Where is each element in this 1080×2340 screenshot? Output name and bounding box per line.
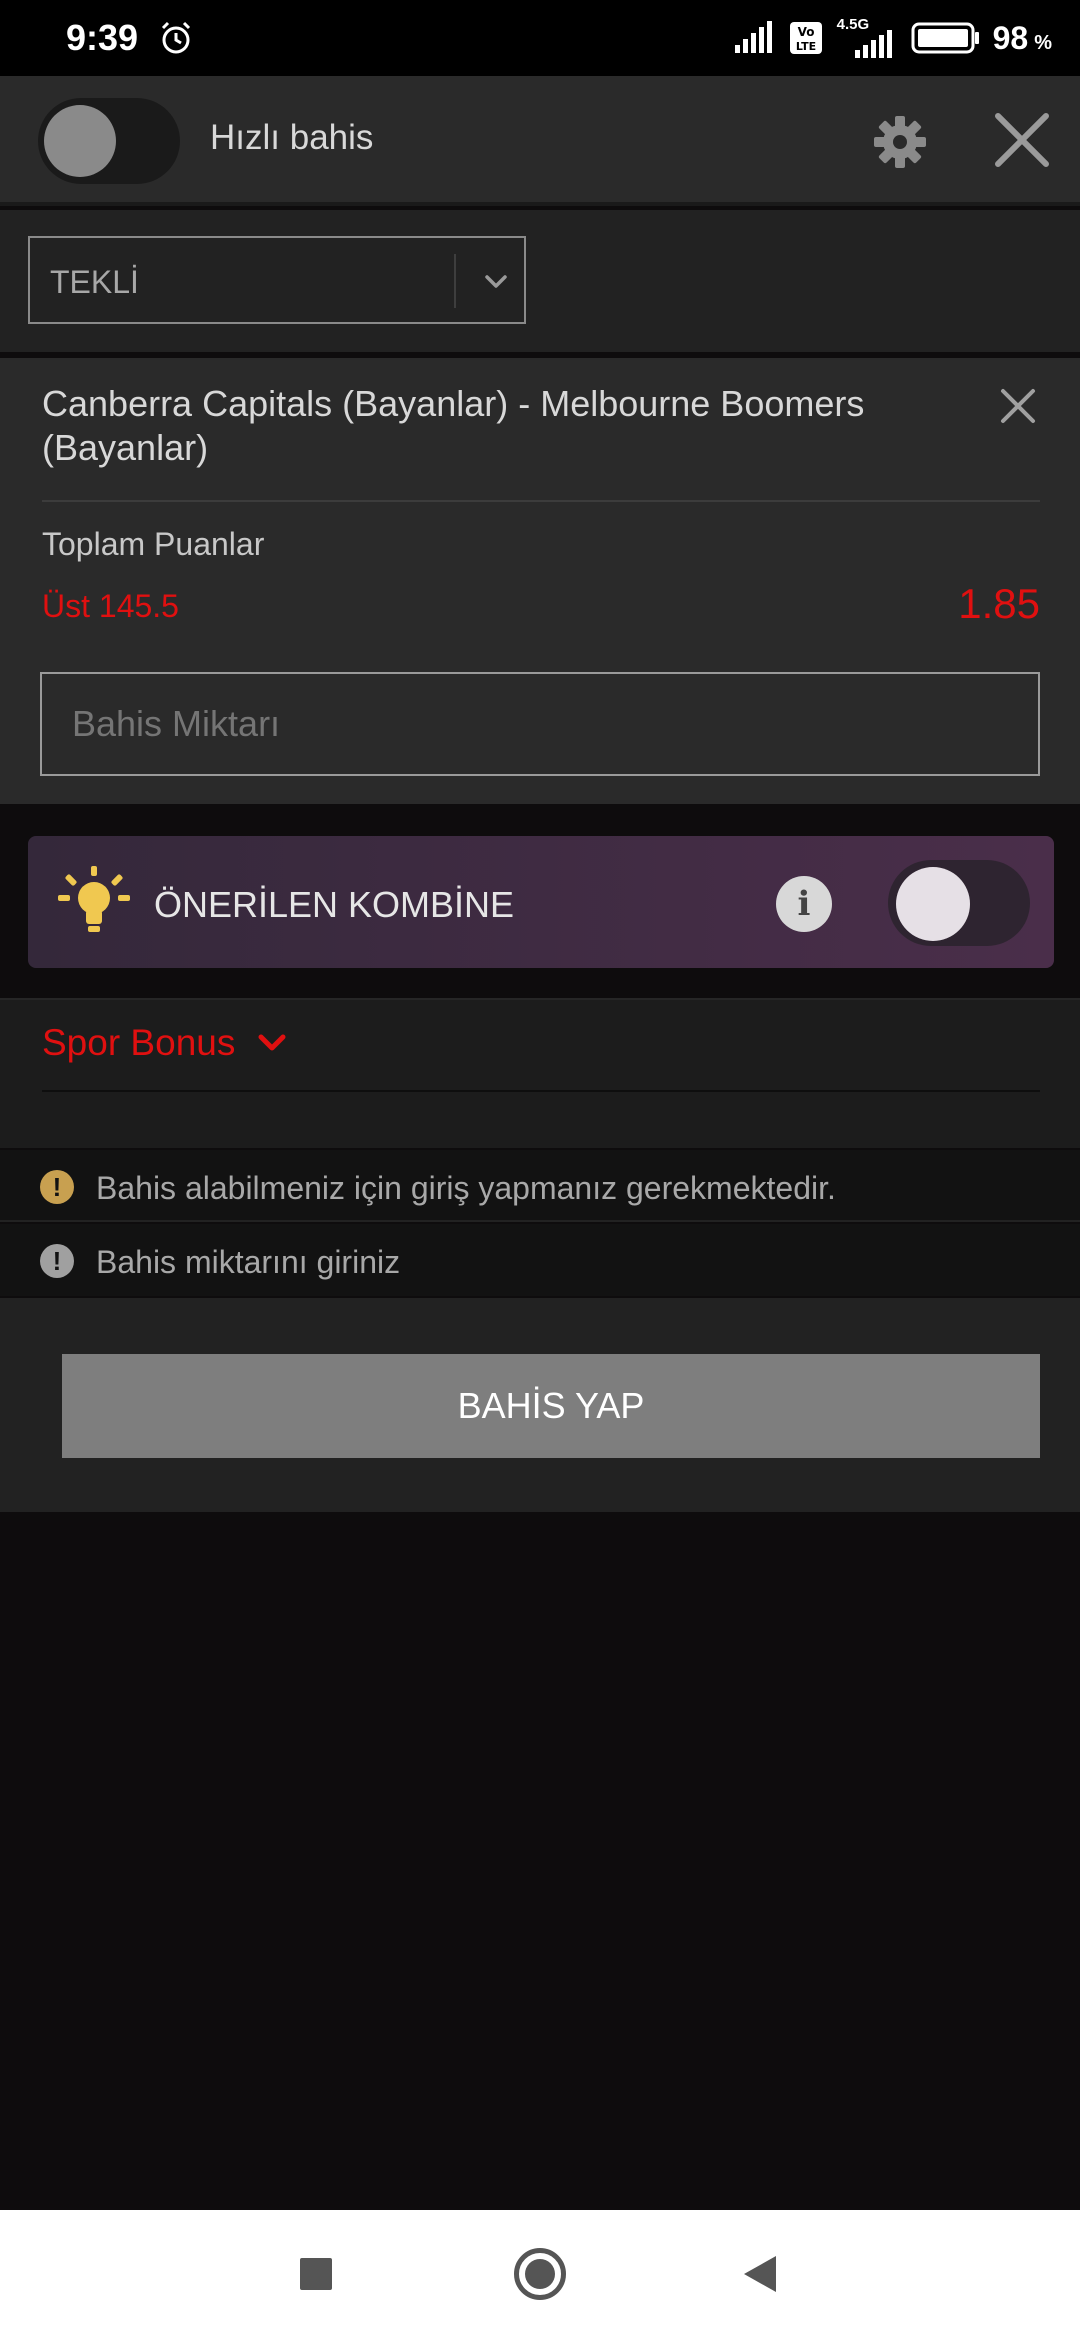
recommended-combo-label: ÖNERİLEN KOMBİNE bbox=[154, 884, 515, 925]
alarm-icon bbox=[162, 21, 191, 54]
recommended-combo-toggle[interactable] bbox=[888, 860, 1030, 946]
recents-icon[interactable] bbox=[300, 2258, 332, 2290]
place-bet-button[interactable]: BAHİS YAP bbox=[62, 1354, 1040, 1458]
bonus-divider bbox=[42, 1090, 1040, 1092]
stake-required-text: Bahis miktarını giriniz bbox=[96, 1244, 401, 1280]
lightbulb-icon bbox=[58, 866, 130, 932]
home-icon[interactable] bbox=[514, 2248, 566, 2300]
card-divider bbox=[42, 500, 1040, 502]
status-bar: 9:39 Vo LTE 4.5G 98 % bbox=[0, 0, 1080, 76]
recommended-combo-bar: ÖNERİLEN KOMBİNE i bbox=[28, 836, 1054, 968]
recommended-combo-toggle-knob bbox=[896, 867, 970, 941]
stake-input[interactable] bbox=[40, 672, 1040, 776]
chevron-down-icon bbox=[485, 275, 507, 288]
back-icon[interactable] bbox=[742, 2254, 778, 2294]
match-title: Canberra Capitals (Bayanlar) - Melbourne… bbox=[42, 383, 865, 468]
alert-icon: ! bbox=[40, 1244, 74, 1278]
svg-text:LTE: LTE bbox=[796, 40, 816, 53]
quick-bet-label: Hızlı bahis bbox=[210, 118, 374, 157]
bet-type-value: TEKLİ bbox=[50, 264, 139, 300]
odds-value: 1.85 bbox=[958, 580, 1040, 627]
selection-name: Üst 145.5 bbox=[42, 588, 179, 624]
close-icon[interactable] bbox=[990, 108, 1054, 172]
system-nav-bar bbox=[0, 2210, 1080, 2340]
volte-icon: Vo LTE bbox=[789, 22, 822, 54]
remove-bet-icon[interactable] bbox=[998, 386, 1038, 426]
quick-bet-toggle[interactable] bbox=[38, 98, 180, 184]
bet-card: Canberra Capitals (Bayanlar) - Melbourne… bbox=[0, 358, 1080, 804]
place-bet-bar: BAHİS YAP bbox=[0, 1298, 1080, 1512]
login-required-message: ! Bahis alabilmeniz için giriş yapmanız … bbox=[0, 1150, 1080, 1222]
gear-icon[interactable] bbox=[872, 114, 928, 170]
info-icon[interactable]: i bbox=[776, 876, 832, 932]
bet-type-select[interactable]: TEKLİ bbox=[28, 236, 526, 324]
sport-bonus-section: Spor Bonus bbox=[0, 998, 1080, 1148]
bet-type-bar: TEKLİ bbox=[0, 210, 1080, 352]
signal-icon-2 bbox=[854, 30, 892, 58]
betslip-header: Hızlı bahis bbox=[0, 76, 1080, 206]
status-time: 9:39 bbox=[66, 17, 139, 58]
warning-icon: ! bbox=[40, 1170, 74, 1204]
stake-required-message: ! Bahis miktarını giriniz bbox=[0, 1224, 1080, 1296]
market-name: Toplam Puanlar bbox=[42, 526, 265, 562]
chevron-down-icon[interactable] bbox=[254, 1026, 290, 1062]
signal-icon bbox=[734, 21, 772, 53]
sport-bonus-toggle[interactable]: Spor Bonus bbox=[42, 1022, 235, 1064]
signal-4g-group: 4.5G bbox=[835, 16, 899, 60]
select-divider bbox=[454, 254, 456, 308]
svg-text:Vo: Vo bbox=[797, 25, 814, 39]
battery-unit: % bbox=[1034, 31, 1052, 54]
battery-level: 98 bbox=[992, 19, 1029, 56]
quick-bet-toggle-knob bbox=[44, 105, 116, 177]
login-required-text: Bahis alabilmeniz için giriş yapmanız ge… bbox=[96, 1170, 836, 1206]
battery-icon bbox=[911, 22, 979, 54]
